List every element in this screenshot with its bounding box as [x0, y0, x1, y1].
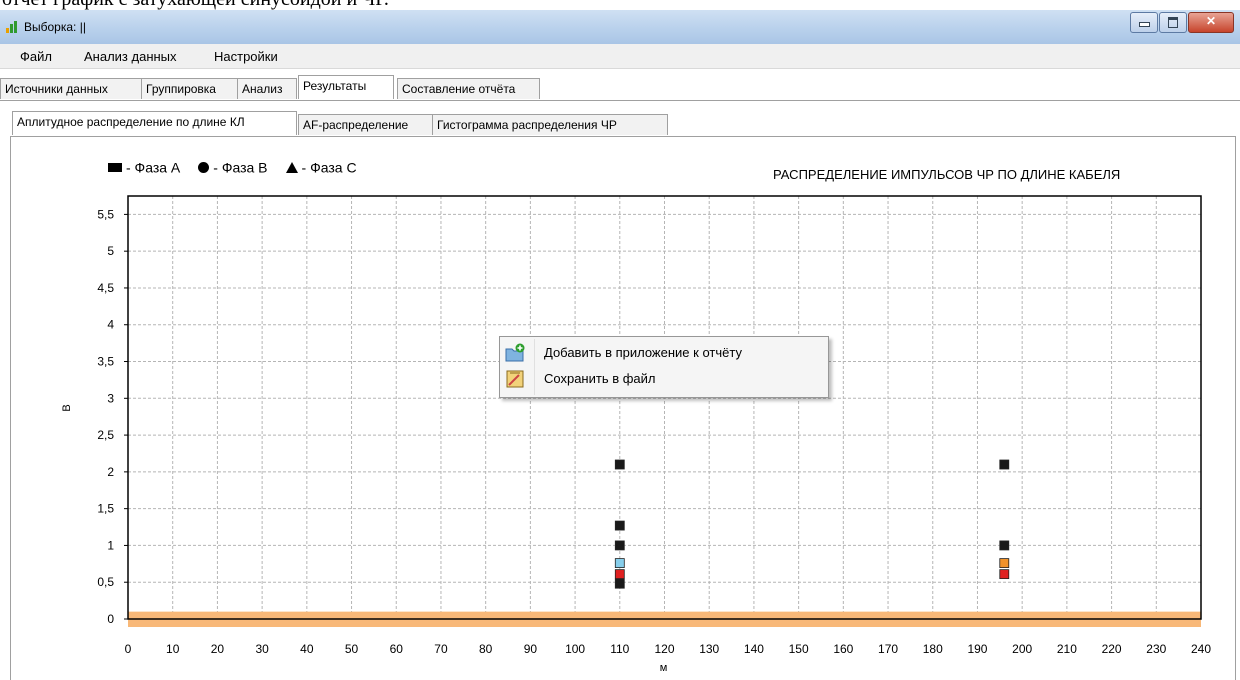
x-tick-label: 40	[300, 642, 314, 656]
x-tick-label: 190	[967, 642, 987, 656]
x-tick-label: 220	[1102, 642, 1122, 656]
x-tick-label: 240	[1191, 642, 1211, 656]
x-tick-label: 60	[390, 642, 404, 656]
data-point	[614, 540, 625, 551]
data-point	[614, 520, 625, 531]
x-tick-label: 210	[1057, 642, 1077, 656]
context-item-save-to-file[interactable]: Сохранить в файл	[500, 366, 828, 392]
y-tick-label: 4,5	[97, 281, 114, 295]
x-tick-label: 80	[479, 642, 493, 656]
x-axis-label: м	[660, 662, 668, 674]
y-tick-label: 5,5	[97, 207, 114, 221]
save-file-icon	[506, 370, 524, 388]
y-tick-label: 2	[107, 465, 114, 479]
x-tick-label: 180	[923, 642, 943, 656]
x-tick-label: 90	[524, 642, 538, 656]
y-tick-label: 0	[107, 612, 114, 626]
x-tick-label: 120	[654, 642, 674, 656]
y-tick-label: 4	[107, 318, 114, 332]
data-point	[999, 569, 1010, 580]
context-item-label: Добавить в приложение к отчёту	[544, 345, 742, 360]
x-tick-label: 10	[166, 642, 180, 656]
x-tick-label: 200	[1012, 642, 1032, 656]
x-tick-label: 70	[434, 642, 448, 656]
y-axis-label: В	[61, 404, 73, 411]
context-item-label: Сохранить в файл	[544, 371, 656, 386]
context-item-add-to-report[interactable]: Добавить в приложение к отчёту	[500, 340, 828, 366]
x-tick-label: 170	[878, 642, 898, 656]
x-tick-label: 160	[833, 642, 853, 656]
x-tick-label: 20	[211, 642, 225, 656]
x-tick-label: 140	[744, 642, 764, 656]
data-point	[614, 558, 625, 568]
x-tick-label: 110	[610, 642, 629, 656]
x-tick-label: 50	[345, 642, 359, 656]
data-point	[614, 459, 625, 470]
y-tick-label: 0,5	[97, 575, 114, 589]
data-point	[999, 459, 1010, 470]
y-tick-label: 2,5	[97, 428, 114, 442]
x-tick-label: 150	[789, 642, 809, 656]
data-point	[999, 540, 1010, 551]
context-menu: Добавить в приложение к отчёту Сохранить…	[499, 336, 829, 398]
x-tick-label: 30	[255, 642, 269, 656]
data-point	[614, 578, 625, 589]
folder-add-icon	[505, 343, 525, 362]
y-tick-label: 3	[107, 391, 114, 405]
data-point	[999, 558, 1010, 568]
x-tick-label: 100	[565, 642, 585, 656]
y-tick-label: 5	[107, 244, 114, 258]
x-tick-label: 130	[699, 642, 719, 656]
x-tick-label: 0	[125, 642, 132, 656]
y-tick-label: 3,5	[97, 355, 114, 369]
data-point	[614, 569, 625, 580]
y-tick-label: 1,5	[97, 502, 114, 516]
x-tick-label: 230	[1146, 642, 1166, 656]
y-tick-label: 1	[107, 538, 114, 552]
